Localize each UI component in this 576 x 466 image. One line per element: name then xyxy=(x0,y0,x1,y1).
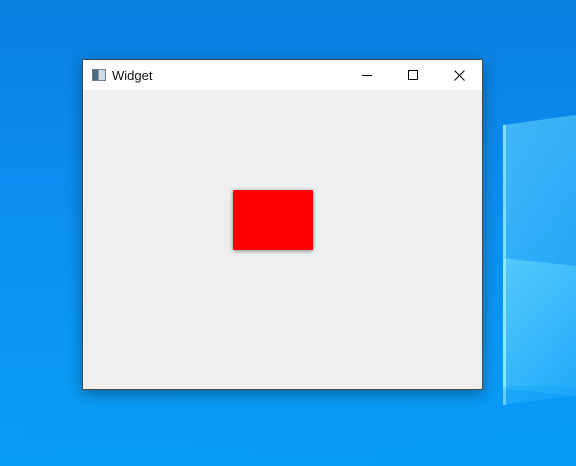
desktop-wallpaper-floor xyxy=(0,386,576,466)
maximize-icon xyxy=(408,70,418,80)
widget-window: Widget xyxy=(82,59,483,390)
maximize-button[interactable] xyxy=(390,60,436,90)
minimize-icon xyxy=(362,75,372,76)
close-icon xyxy=(453,69,465,81)
desktop-wallpaper-light-lower xyxy=(503,258,576,396)
window-icon[interactable] xyxy=(92,69,106,81)
red-rectangle xyxy=(233,190,313,250)
minimize-button[interactable] xyxy=(344,60,390,90)
widget-client-area xyxy=(83,90,482,389)
window-title: Widget xyxy=(112,67,153,83)
close-button[interactable] xyxy=(436,60,482,90)
title-bar[interactable]: Widget xyxy=(83,60,482,90)
